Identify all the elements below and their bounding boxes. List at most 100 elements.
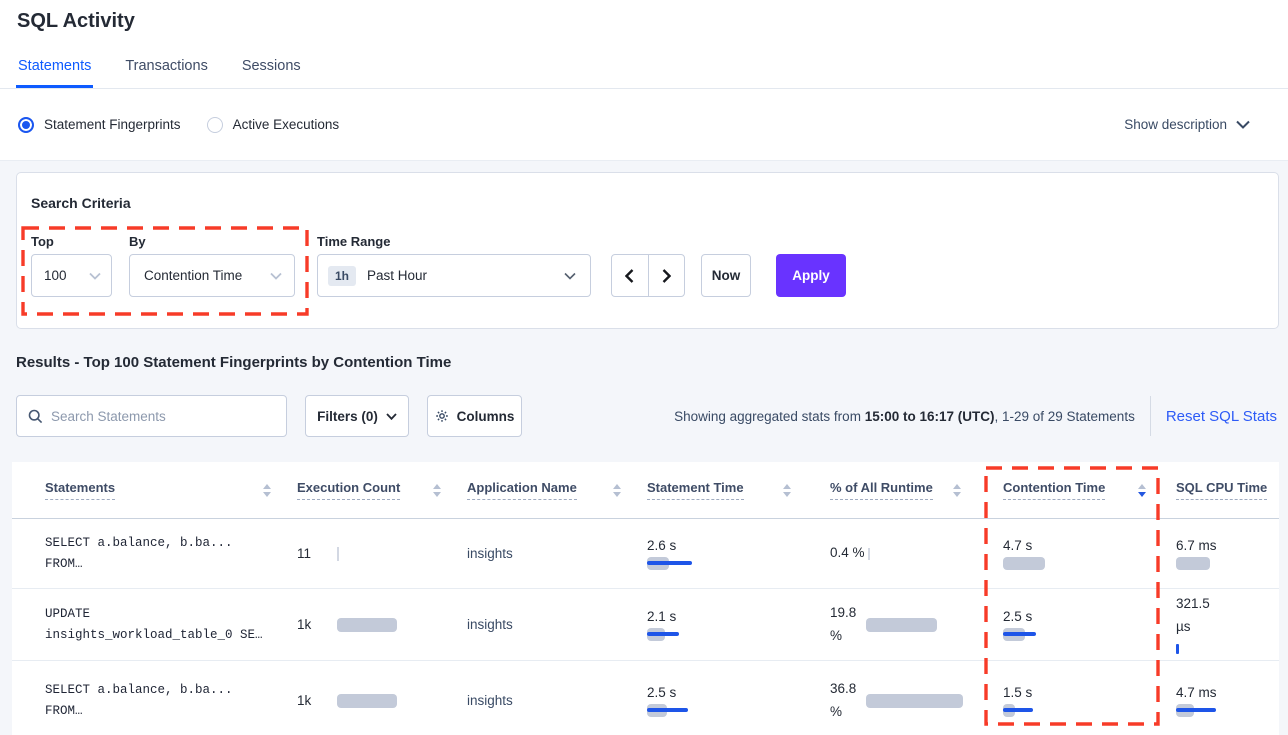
- previous-time-button[interactable]: [612, 255, 649, 296]
- application-name-cell: insights: [455, 546, 635, 561]
- radio-selected-icon: [18, 117, 34, 133]
- chevron-down-icon: [1236, 120, 1250, 129]
- radio-label: Active Executions: [233, 117, 340, 132]
- statement-time-cell: 2.1 s: [635, 609, 805, 641]
- contention-time-mean-line: [1003, 708, 1033, 712]
- search-statements-input[interactable]: [51, 409, 276, 424]
- pct-runtime-bar: [868, 548, 870, 560]
- time-pager: [611, 254, 685, 297]
- execution-count-cell: 1k: [285, 617, 455, 632]
- view-toggle-row: Statement Fingerprints Active Executions…: [0, 89, 1288, 161]
- chevron-down-icon: [386, 413, 397, 420]
- reset-sql-stats-link[interactable]: Reset SQL Stats: [1166, 408, 1277, 425]
- search-statements-box: [16, 395, 287, 437]
- column-header-execution-count[interactable]: Execution Count: [285, 462, 455, 518]
- results-toolbar: Filters (0) Columns Showing aggregated s…: [16, 395, 1277, 437]
- aggregated-stats-text: Showing aggregated stats from 15:00 to 1…: [674, 409, 1135, 424]
- pct-runtime-cell: 36.8 %: [805, 678, 975, 724]
- gear-icon: [435, 409, 449, 423]
- table-row: SELECT a.balance, b.ba... FROM… 1k insig…: [12, 661, 1279, 735]
- statement-link[interactable]: UPDATE insights_workload_table_0 SE…: [12, 604, 285, 645]
- execution-count-bar: [337, 694, 397, 708]
- chevron-down-icon: [270, 272, 282, 280]
- sort-control[interactable]: [783, 484, 791, 497]
- application-name-cell: insights: [455, 693, 635, 708]
- application-name-cell: insights: [455, 617, 635, 632]
- toolbar-right: Showing aggregated stats from 15:00 to 1…: [674, 396, 1277, 436]
- radio-active-executions[interactable]: Active Executions: [207, 117, 340, 133]
- column-header-application-name[interactable]: Application Name: [455, 462, 635, 518]
- tab-sessions[interactable]: Sessions: [240, 58, 303, 88]
- tab-transactions[interactable]: Transactions: [123, 58, 209, 88]
- contention-time-cell: 2.5 s: [975, 609, 1160, 641]
- time-range-label: Time Range: [317, 234, 390, 249]
- statement-link[interactable]: SELECT a.balance, b.ba... FROM…: [12, 533, 285, 574]
- radio-statement-fingerprints[interactable]: Statement Fingerprints: [18, 117, 181, 133]
- chevron-down-icon: [89, 272, 101, 280]
- contention-time-cell: 1.5 s: [975, 685, 1160, 717]
- tab-bar: Statements Transactions Sessions: [16, 58, 303, 88]
- column-header-pct-runtime[interactable]: % of All Runtime: [805, 462, 975, 518]
- contention-time-bar: [1003, 557, 1045, 570]
- sql-cpu-time-cell: 6.7 ms: [1160, 538, 1279, 570]
- show-description-toggle[interactable]: Show description: [1124, 117, 1250, 132]
- sql-cpu-time-cell: 321.5 µs: [1160, 593, 1279, 656]
- toolbar-divider: [1150, 396, 1151, 436]
- filters-button[interactable]: Filters (0): [305, 395, 409, 437]
- pct-runtime-bar: [866, 618, 937, 632]
- page-title: SQL Activity: [17, 10, 135, 33]
- by-select[interactable]: Contention Time: [129, 254, 295, 297]
- sql-cpu-time-bar: [1176, 557, 1210, 570]
- execution-count-cell: 11: [285, 546, 455, 561]
- chevron-right-icon: [662, 269, 671, 283]
- top-select-value: 100: [44, 268, 67, 283]
- table-header-row: Statements Execution Count Application N…: [12, 462, 1279, 519]
- statement-time-cell: 2.6 s: [635, 538, 805, 570]
- statement-time-mean-line: [647, 708, 688, 712]
- column-header-statement-time[interactable]: Statement Time: [635, 462, 805, 518]
- radio-label: Statement Fingerprints: [44, 117, 181, 132]
- statement-link[interactable]: SELECT a.balance, b.ba... FROM…: [12, 680, 285, 721]
- radio-unselected-icon: [207, 117, 223, 133]
- by-label: By: [129, 234, 146, 249]
- chevron-left-icon: [625, 269, 634, 283]
- top-label: Top: [31, 234, 54, 249]
- columns-label: Columns: [457, 409, 515, 424]
- sort-control[interactable]: [953, 484, 961, 497]
- chevron-down-icon: [564, 272, 576, 280]
- statement-time-mean-line: [647, 632, 679, 636]
- column-header-sql-cpu-time[interactable]: SQL CPU Time: [1160, 462, 1279, 518]
- search-criteria-card: Search Criteria Top 100 By Contention Ti…: [16, 172, 1279, 329]
- pct-runtime-cell: 0.4 %: [805, 542, 975, 565]
- execution-count-cell: 1k: [285, 693, 455, 708]
- contention-time-mean-line: [1003, 632, 1036, 636]
- now-button[interactable]: Now: [701, 254, 751, 297]
- apply-button[interactable]: Apply: [776, 254, 846, 297]
- next-time-button[interactable]: [649, 255, 685, 296]
- time-range-badge: 1h: [328, 266, 356, 286]
- search-icon: [28, 409, 43, 424]
- sort-control-active[interactable]: [1138, 484, 1146, 497]
- statement-time-mean-line: [647, 561, 692, 565]
- statements-table: Statements Execution Count Application N…: [12, 462, 1279, 735]
- pct-runtime-bar: [866, 694, 963, 708]
- statement-time-cell: 2.5 s: [635, 685, 805, 717]
- column-header-contention-time[interactable]: Contention Time: [975, 462, 1160, 518]
- search-criteria-title: Search Criteria: [31, 195, 131, 211]
- top-select[interactable]: 100: [31, 254, 112, 297]
- column-header-statements[interactable]: Statements: [12, 462, 285, 518]
- filters-label: Filters (0): [317, 409, 378, 424]
- execution-count-bar: [337, 547, 339, 561]
- by-select-value: Contention Time: [144, 268, 242, 283]
- execution-count-bar: [337, 618, 397, 632]
- tab-statements[interactable]: Statements: [16, 58, 93, 88]
- sort-control[interactable]: [263, 484, 271, 497]
- time-range-select[interactable]: 1h Past Hour: [317, 254, 591, 297]
- sort-control[interactable]: [613, 484, 621, 497]
- sort-control[interactable]: [433, 484, 441, 497]
- sql-cpu-time-mean-line: [1176, 708, 1216, 712]
- columns-button[interactable]: Columns: [427, 395, 522, 437]
- pct-runtime-cell: 19.8 %: [805, 602, 975, 648]
- table-row: SELECT a.balance, b.ba... FROM… 11 insig…: [12, 519, 1279, 589]
- contention-time-cell: 4.7 s: [975, 538, 1160, 570]
